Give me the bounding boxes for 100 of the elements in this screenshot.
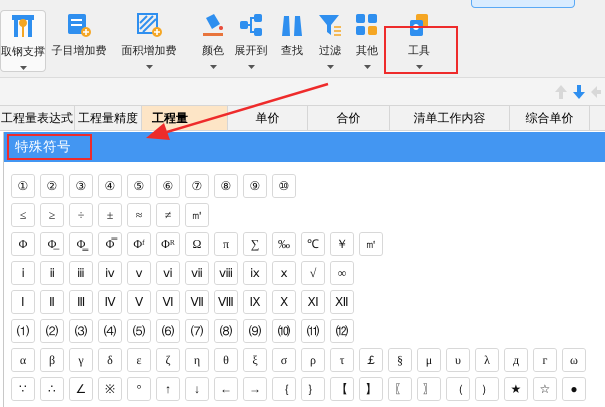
symbol-button[interactable]: ⑧ — [214, 174, 238, 198]
symbol-button[interactable]: ● — [562, 377, 586, 401]
symbol-button[interactable]: § — [388, 348, 412, 372]
symbol-button[interactable]: ⅰ — [11, 261, 35, 285]
symbol-button[interactable]: ⑼ — [243, 319, 267, 343]
symbol-button[interactable]: λ — [475, 348, 499, 372]
symbol-button[interactable]: ⅴ — [127, 261, 151, 285]
symbol-button[interactable]: ⑿ — [330, 319, 354, 343]
symbol-button[interactable]: π — [214, 232, 238, 256]
symbol-button[interactable]: ≤ — [11, 203, 35, 227]
symbol-button[interactable]: ε — [127, 348, 151, 372]
symbol-button[interactable]: ￡ — [359, 348, 383, 372]
symbol-button[interactable]: ρ — [301, 348, 325, 372]
symbol-button[interactable]: Ⅻ — [330, 290, 354, 314]
symbol-button[interactable]: ⑩ — [272, 174, 296, 198]
symbol-button[interactable]: ⅱ — [40, 261, 64, 285]
symbol-button[interactable]: ⑺ — [185, 319, 209, 343]
symbol-button[interactable]: η — [185, 348, 209, 372]
symbol-button[interactable]: Ω — [185, 232, 209, 256]
symbol-button[interactable]: ξ — [243, 348, 267, 372]
toolbar-button[interactable]: 颜色 — [195, 10, 231, 72]
symbol-button[interactable]: ℃ — [301, 232, 325, 256]
symbol-button[interactable]: ⑦ — [185, 174, 209, 198]
symbol-button[interactable]: υ — [446, 348, 470, 372]
symbol-button[interactable]: ⅲ — [69, 261, 93, 285]
toolbar-button[interactable]: 取钢支撑 — [0, 10, 46, 72]
symbol-button[interactable]: ← — [214, 377, 238, 401]
symbol-button[interactable]: ※ — [98, 377, 122, 401]
symbol-button[interactable]: ） — [475, 377, 499, 401]
symbol-button[interactable]: ⑾ — [301, 319, 325, 343]
toolbar-button[interactable]: 面积增加费 — [114, 10, 184, 72]
symbol-button[interactable]: ④ — [98, 174, 122, 198]
arrow-left-icon[interactable] — [591, 86, 601, 98]
symbol-button[interactable]: ∞ — [330, 261, 354, 285]
symbol-button[interactable]: μ — [417, 348, 441, 372]
symbol-button[interactable]: ↓ — [185, 377, 209, 401]
symbol-button[interactable]: ω — [562, 348, 586, 372]
symbol-button[interactable]: δ — [98, 348, 122, 372]
symbol-button[interactable]: ⑵ — [40, 319, 64, 343]
symbol-button[interactable]: Ⅺ — [301, 290, 325, 314]
symbol-button[interactable]: д — [504, 348, 528, 372]
symbol-button[interactable]: ⅷ — [214, 261, 238, 285]
column-header[interactable]: 综合单价 — [510, 106, 590, 130]
symbol-button[interactable]: ｛ — [272, 377, 296, 401]
symbol-button[interactable]: √ — [301, 261, 325, 285]
symbol-button[interactable]: ⅵ — [156, 261, 180, 285]
symbol-button[interactable]: Φᴿ — [156, 232, 180, 256]
symbol-button[interactable]: Ⅴ — [127, 290, 151, 314]
toolbar-button[interactable]: 展开到 — [231, 10, 271, 72]
symbol-button[interactable]: ￥ — [330, 232, 354, 256]
symbol-button[interactable]: Ⅰ — [11, 290, 35, 314]
symbol-button[interactable]: ⑽ — [272, 319, 296, 343]
toolbar-button[interactable]: 查找 — [273, 10, 311, 72]
toolbar-button[interactable]: 子目增加费 — [47, 10, 111, 72]
toolbar-button[interactable]: 过滤 — [311, 10, 349, 72]
symbol-button[interactable]: ∵ — [11, 377, 35, 401]
symbol-button[interactable]: ⑹ — [156, 319, 180, 343]
symbol-button[interactable]: Ⅸ — [243, 290, 267, 314]
column-header[interactable]: 工程量表达式 — [0, 106, 75, 130]
symbol-button[interactable]: ⅳ — [98, 261, 122, 285]
symbol-button[interactable]: ⑸ — [127, 319, 151, 343]
symbol-button[interactable]: Ⅱ — [40, 290, 64, 314]
symbol-button[interactable]: 【 — [330, 377, 354, 401]
symbol-button[interactable]: ∑ — [243, 232, 267, 256]
symbol-button[interactable]: ÷ — [69, 203, 93, 227]
symbol-button[interactable]: Ⅵ — [156, 290, 180, 314]
symbol-button[interactable]: ③ — [69, 174, 93, 198]
column-header[interactable]: 单价 — [228, 106, 308, 130]
column-header[interactable]: 清单工作内容 — [390, 106, 510, 130]
arrow-down-icon[interactable] — [573, 84, 585, 98]
column-header[interactable]: 工程量 — [142, 106, 228, 130]
symbol-button[interactable]: ☆ — [533, 377, 557, 401]
symbol-button[interactable]: ⑨ — [243, 174, 267, 198]
symbol-button[interactable]: Φ̲ — [40, 232, 64, 256]
symbol-button[interactable]: ∠ — [69, 377, 93, 401]
symbol-button[interactable]: ｝ — [301, 377, 325, 401]
symbol-button[interactable]: Ⅶ — [185, 290, 209, 314]
symbol-button[interactable]: θ — [214, 348, 238, 372]
symbol-button[interactable]: 】 — [359, 377, 383, 401]
symbol-button[interactable]: ② — [40, 174, 64, 198]
symbol-button[interactable]: σ — [272, 348, 296, 372]
symbol-button[interactable]: Φᶠ — [127, 232, 151, 256]
symbol-button[interactable]: ㎥ — [185, 203, 209, 227]
symbol-button[interactable]: Ⅷ — [214, 290, 238, 314]
symbol-button[interactable]: ⑻ — [214, 319, 238, 343]
symbol-button[interactable]: ★ — [504, 377, 528, 401]
symbol-button[interactable]: ° — [127, 377, 151, 401]
symbol-button[interactable]: ζ — [156, 348, 180, 372]
symbol-button[interactable]: α — [11, 348, 35, 372]
arrow-up-icon[interactable] — [555, 84, 567, 98]
symbol-button[interactable]: ① — [11, 174, 35, 198]
symbol-button[interactable]: Ⅳ — [98, 290, 122, 314]
symbol-button[interactable]: ⑥ — [156, 174, 180, 198]
symbol-button[interactable]: г — [533, 348, 557, 372]
symbol-button[interactable]: ⑶ — [69, 319, 93, 343]
symbol-button[interactable]: ⑴ — [11, 319, 35, 343]
symbol-button[interactable]: ⅶ — [185, 261, 209, 285]
symbol-button[interactable]: ⅹ — [272, 261, 296, 285]
symbol-button[interactable]: Φ̿ — [98, 232, 122, 256]
toolbar-button[interactable]: 工具 — [395, 10, 443, 72]
